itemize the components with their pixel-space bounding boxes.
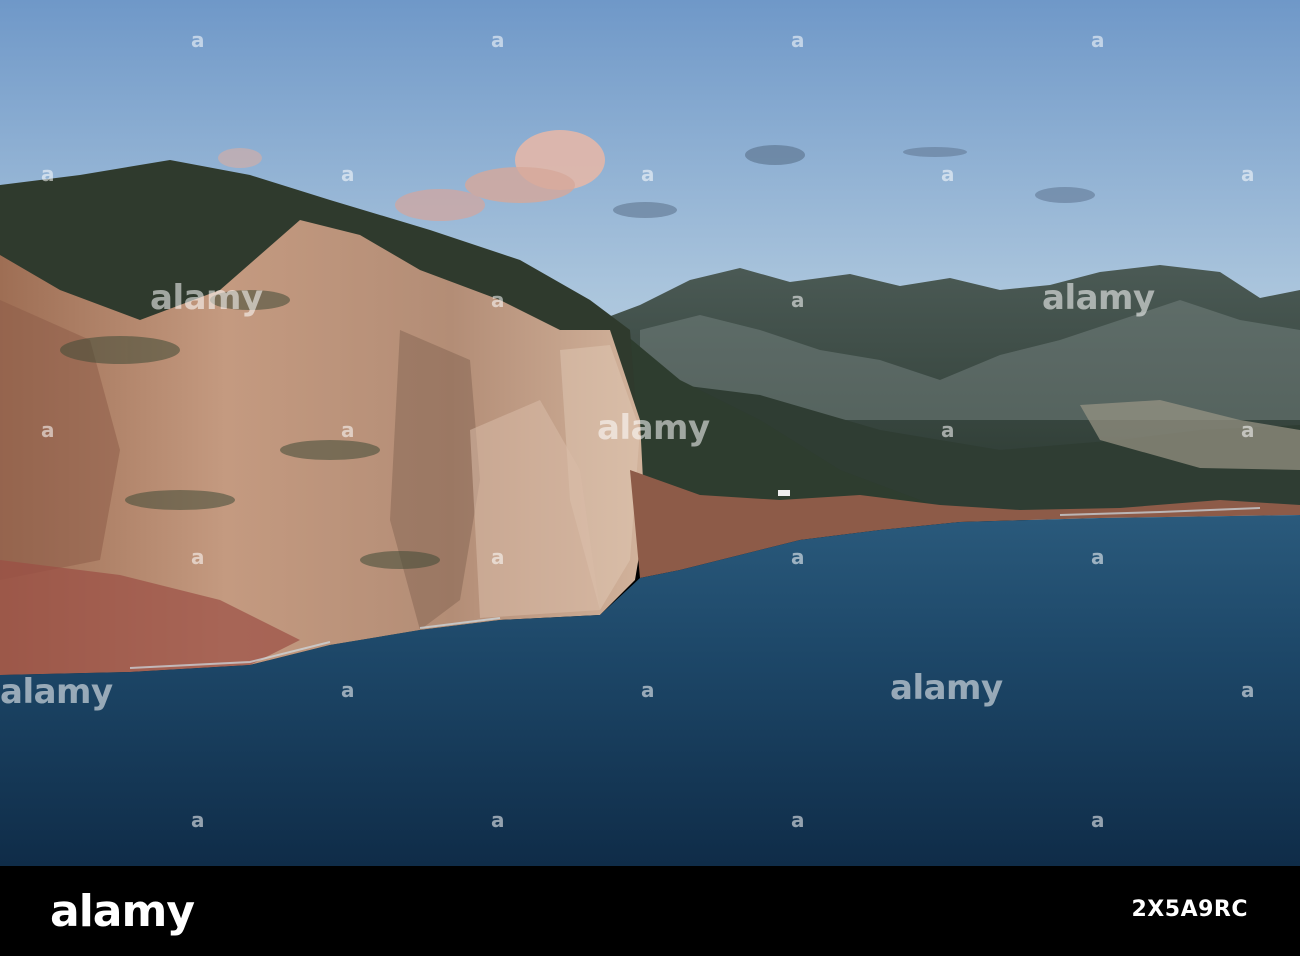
watermark-glyph: a bbox=[341, 162, 355, 186]
watermark-glyph: a bbox=[641, 162, 655, 186]
watermark-glyph: a bbox=[491, 288, 505, 312]
watermark-glyph: a bbox=[791, 808, 805, 832]
watermark-glyph: a bbox=[1241, 418, 1255, 442]
watermark-glyph: a bbox=[941, 418, 955, 442]
watermark-glyph: a bbox=[1091, 808, 1105, 832]
watermark-glyph: a bbox=[791, 545, 805, 569]
watermark-glyph: a bbox=[1091, 545, 1105, 569]
footer-bar: alamy 2X5A9RC bbox=[0, 866, 1300, 956]
white-house bbox=[778, 490, 790, 496]
watermark-glyph: a bbox=[191, 545, 205, 569]
watermark-text: alamy bbox=[890, 668, 1003, 708]
watermark-glyph: a bbox=[641, 678, 655, 702]
watermark-glyph: a bbox=[1241, 678, 1255, 702]
watermark-text: alamy bbox=[0, 672, 113, 712]
watermark-glyph: a bbox=[491, 808, 505, 832]
watermark-text: alamy bbox=[597, 408, 710, 448]
watermark-glyph: a bbox=[791, 28, 805, 52]
watermark-glyph: a bbox=[941, 162, 955, 186]
footer-logo: alamy bbox=[50, 886, 195, 937]
watermark-glyph: a bbox=[341, 678, 355, 702]
watermark-glyph: a bbox=[491, 545, 505, 569]
watermark-glyph: a bbox=[1091, 28, 1105, 52]
watermark-glyph: a bbox=[1241, 162, 1255, 186]
watermark-glyph: a bbox=[41, 418, 55, 442]
watermark-glyph: a bbox=[791, 288, 805, 312]
watermark-text: alamy bbox=[1042, 278, 1155, 318]
watermark-glyph: a bbox=[191, 808, 205, 832]
photo: a a a a a a a a a alamy a a alamy a a al… bbox=[0, 0, 1300, 866]
watermark-glyph: a bbox=[341, 418, 355, 442]
watermark-glyph: a bbox=[191, 28, 205, 52]
watermark-text: alamy bbox=[150, 278, 263, 318]
watermark-glyph: a bbox=[41, 162, 55, 186]
watermark-glyph: a bbox=[491, 28, 505, 52]
image-id: 2X5A9RC bbox=[1131, 897, 1248, 922]
